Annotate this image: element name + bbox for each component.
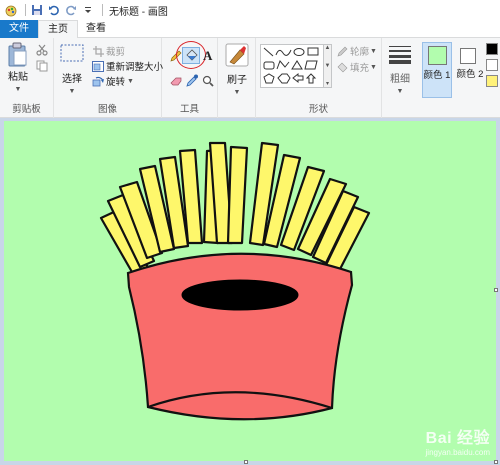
clipboard-icon	[7, 42, 29, 72]
fill-icon	[336, 61, 348, 73]
crop-icon	[92, 45, 104, 57]
tools-group: A 工具	[162, 38, 218, 118]
chevron-down-icon: ▼	[370, 47, 377, 55]
select-label: 选择	[62, 74, 82, 85]
save-icon[interactable]	[30, 3, 44, 17]
tools-group-label: 工具	[179, 104, 199, 115]
title-separator	[25, 4, 26, 16]
chevron-down-icon: ▼	[68, 88, 76, 95]
shapes-group-label: 形状	[308, 104, 328, 115]
fries-box-hole	[181, 279, 299, 311]
size-group: 粗细 ▼	[382, 38, 418, 118]
image-group-label: 图像	[97, 104, 117, 115]
resize-icon	[92, 60, 104, 72]
fill-label: 填充	[350, 63, 370, 74]
crop-button[interactable]: 裁剪	[92, 44, 125, 58]
scroll-down-icon[interactable]: ▼	[325, 63, 331, 69]
scissors-icon[interactable]	[36, 44, 48, 59]
color1-label: 颜色 1	[423, 70, 451, 81]
resize-button[interactable]: 重新调整大小	[92, 59, 163, 73]
ribbon: 粘贴 ▼ 剪贴板 选择 ▼ 裁剪 重新调整大小 旋转 ▼ 图像 A 工具 刷子 …	[0, 38, 500, 118]
select-button[interactable]: 选择 ▼	[58, 44, 86, 98]
tab-file[interactable]: 文件	[0, 20, 38, 38]
undo-icon[interactable]	[47, 3, 61, 17]
paste-label: 粘贴	[8, 72, 28, 83]
size-label: 粗细	[390, 74, 410, 85]
chevron-down-icon: ▼	[127, 77, 134, 85]
image-group: 选择 ▼ 裁剪 重新调整大小 旋转 ▼ 图像	[54, 38, 163, 118]
chevron-down-icon: ▼	[370, 63, 377, 71]
text-icon[interactable]: A	[203, 48, 212, 64]
tab-view[interactable]: 查看	[78, 20, 114, 38]
brushes-group: 刷子 ▼	[218, 38, 256, 118]
resize-handle-corner[interactable]	[494, 460, 498, 464]
selection-rectangle-icon	[60, 44, 84, 68]
chevron-down-icon: ▼	[233, 89, 241, 96]
scroll-up-icon[interactable]: ▲	[325, 45, 331, 51]
clipboard-group: 粘贴 ▼ 剪贴板	[0, 38, 54, 118]
shapes-gallery[interactable]	[260, 44, 324, 88]
outline-brush-icon	[336, 45, 348, 57]
customize-dropdown-icon[interactable]	[81, 3, 95, 17]
magnifier-icon[interactable]	[202, 75, 214, 90]
rotate-label: 旋转	[106, 77, 126, 88]
color-picker-icon[interactable]	[186, 74, 198, 90]
outline-button[interactable]: 轮廓 ▼	[336, 44, 377, 58]
rotate-button[interactable]: 旋转 ▼	[92, 74, 134, 88]
color2-button[interactable]: 颜色 2	[456, 42, 484, 98]
brush-icon	[224, 42, 250, 72]
ribbon-tabs: 文件 主页 查看	[0, 20, 500, 39]
colors-group: 颜色 1 颜色 2	[418, 38, 500, 118]
size-button[interactable]: 粗细 ▼	[386, 44, 414, 98]
resize-label: 重新调整大小	[106, 62, 164, 73]
palette-swatch-black[interactable]	[486, 43, 498, 55]
resize-handle-bottom[interactable]	[244, 460, 248, 464]
resize-handle-right[interactable]	[494, 288, 498, 292]
canvas-workspace: Bai 经验 jingyan.baidu.com	[0, 118, 500, 465]
color1-swatch	[428, 46, 447, 65]
baidu-jingyan-watermark: Bai 经验 jingyan.baidu.com	[426, 424, 490, 457]
shapes-gallery-scroll[interactable]: ▲ ▼ ▾	[324, 44, 332, 88]
eraser-icon[interactable]	[170, 76, 183, 89]
copy-icon[interactable]	[36, 60, 48, 75]
color2-swatch	[460, 48, 476, 64]
clipboard-group-label: 剪贴板	[12, 104, 41, 115]
color1-button[interactable]: 颜色 1	[422, 42, 452, 98]
color2-label: 颜色 2	[456, 69, 484, 80]
watermark-sub: jingyan.baidu.com	[425, 448, 490, 457]
title-bar: 无标题 - 画图	[0, 0, 500, 20]
redo-icon[interactable]	[64, 3, 78, 17]
outline-label: 轮廓	[350, 47, 370, 58]
watermark-main: Bai 经验	[425, 430, 490, 447]
expand-gallery-icon[interactable]: ▾	[326, 80, 329, 87]
paste-button[interactable]: 粘贴 ▼	[4, 42, 32, 96]
fries-box	[126, 252, 354, 421]
brushes-button[interactable]: 刷子 ▼	[222, 42, 252, 99]
shapes-group: ▲ ▼ ▾ 轮廓 ▼ 填充 ▼ 形状	[256, 38, 382, 118]
drawing-canvas[interactable]: Bai 经验 jingyan.baidu.com	[4, 121, 496, 461]
brushes-label: 刷子	[227, 75, 247, 86]
chevron-down-icon: ▼	[396, 88, 404, 95]
tab-home[interactable]: 主页	[38, 20, 78, 39]
french-fries-drawing	[99, 141, 371, 421]
rotate-icon	[92, 75, 104, 87]
line-thickness-icon	[388, 44, 412, 68]
chevron-down-icon: ▼	[14, 86, 22, 93]
palette-swatch-yellow[interactable]	[486, 75, 498, 87]
crop-label: 裁剪	[106, 47, 126, 58]
fill-bucket-icon[interactable]	[182, 47, 200, 64]
title-separator	[102, 4, 103, 16]
paint-app-icon[interactable]	[4, 3, 18, 17]
fill-button[interactable]: 填充 ▼	[336, 60, 377, 74]
palette-swatch-white[interactable]	[486, 59, 498, 71]
window-title: 无标题 - 画图	[109, 6, 168, 18]
